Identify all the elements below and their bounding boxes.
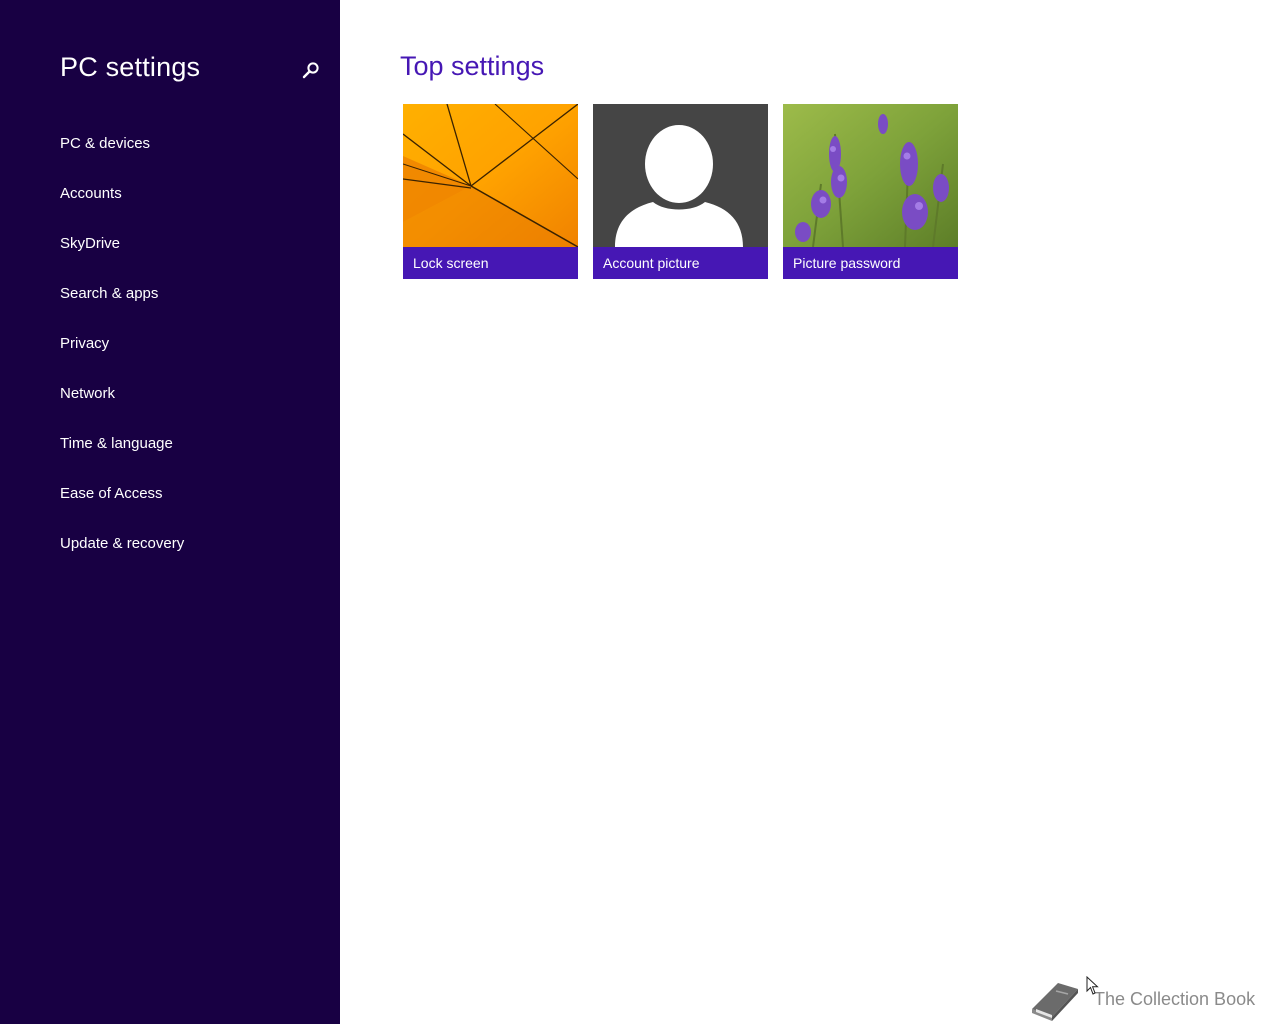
nav-item-network[interactable]: Network (60, 383, 184, 433)
tile-picture-password[interactable]: Picture password (783, 104, 958, 279)
app-title: PC settings (60, 52, 201, 82)
lavender-thumbnail (783, 104, 958, 247)
book-icon (1032, 983, 1078, 1021)
nav-item-ease-of-access[interactable]: Ease of Access (60, 483, 184, 533)
nav-item-update-recovery[interactable]: Update & recovery (60, 533, 184, 583)
watermark: The Collection Book (1028, 974, 1255, 1024)
tile-lock-screen[interactable]: Lock screen (403, 104, 578, 279)
sidebar: PC settings PC & devices Accounts SkyDri… (0, 0, 340, 1024)
search-button[interactable] (298, 57, 324, 83)
nav-item-privacy[interactable]: Privacy (60, 333, 184, 383)
page-title: Top settings (400, 51, 545, 81)
nav-item-pc-devices[interactable]: PC & devices (60, 133, 184, 183)
nav-item-accounts[interactable]: Accounts (60, 183, 184, 233)
settings-nav: PC & devices Accounts SkyDrive Search & … (60, 133, 184, 583)
watermark-text: The Collection Book (1094, 988, 1256, 1009)
lock-screen-thumbnail (403, 104, 578, 247)
tile-account-picture[interactable]: Account picture (593, 104, 768, 279)
tile-label: Account picture (593, 247, 768, 279)
nav-item-search-apps[interactable]: Search & apps (60, 283, 184, 333)
nav-item-time-language[interactable]: Time & language (60, 433, 184, 483)
search-icon (302, 62, 319, 79)
user-silhouette-icon (593, 104, 768, 247)
tile-label: Lock screen (403, 247, 578, 279)
mouse-cursor-icon (1086, 976, 1099, 995)
tile-label: Picture password (783, 247, 958, 279)
nav-item-skydrive[interactable]: SkyDrive (60, 233, 184, 283)
